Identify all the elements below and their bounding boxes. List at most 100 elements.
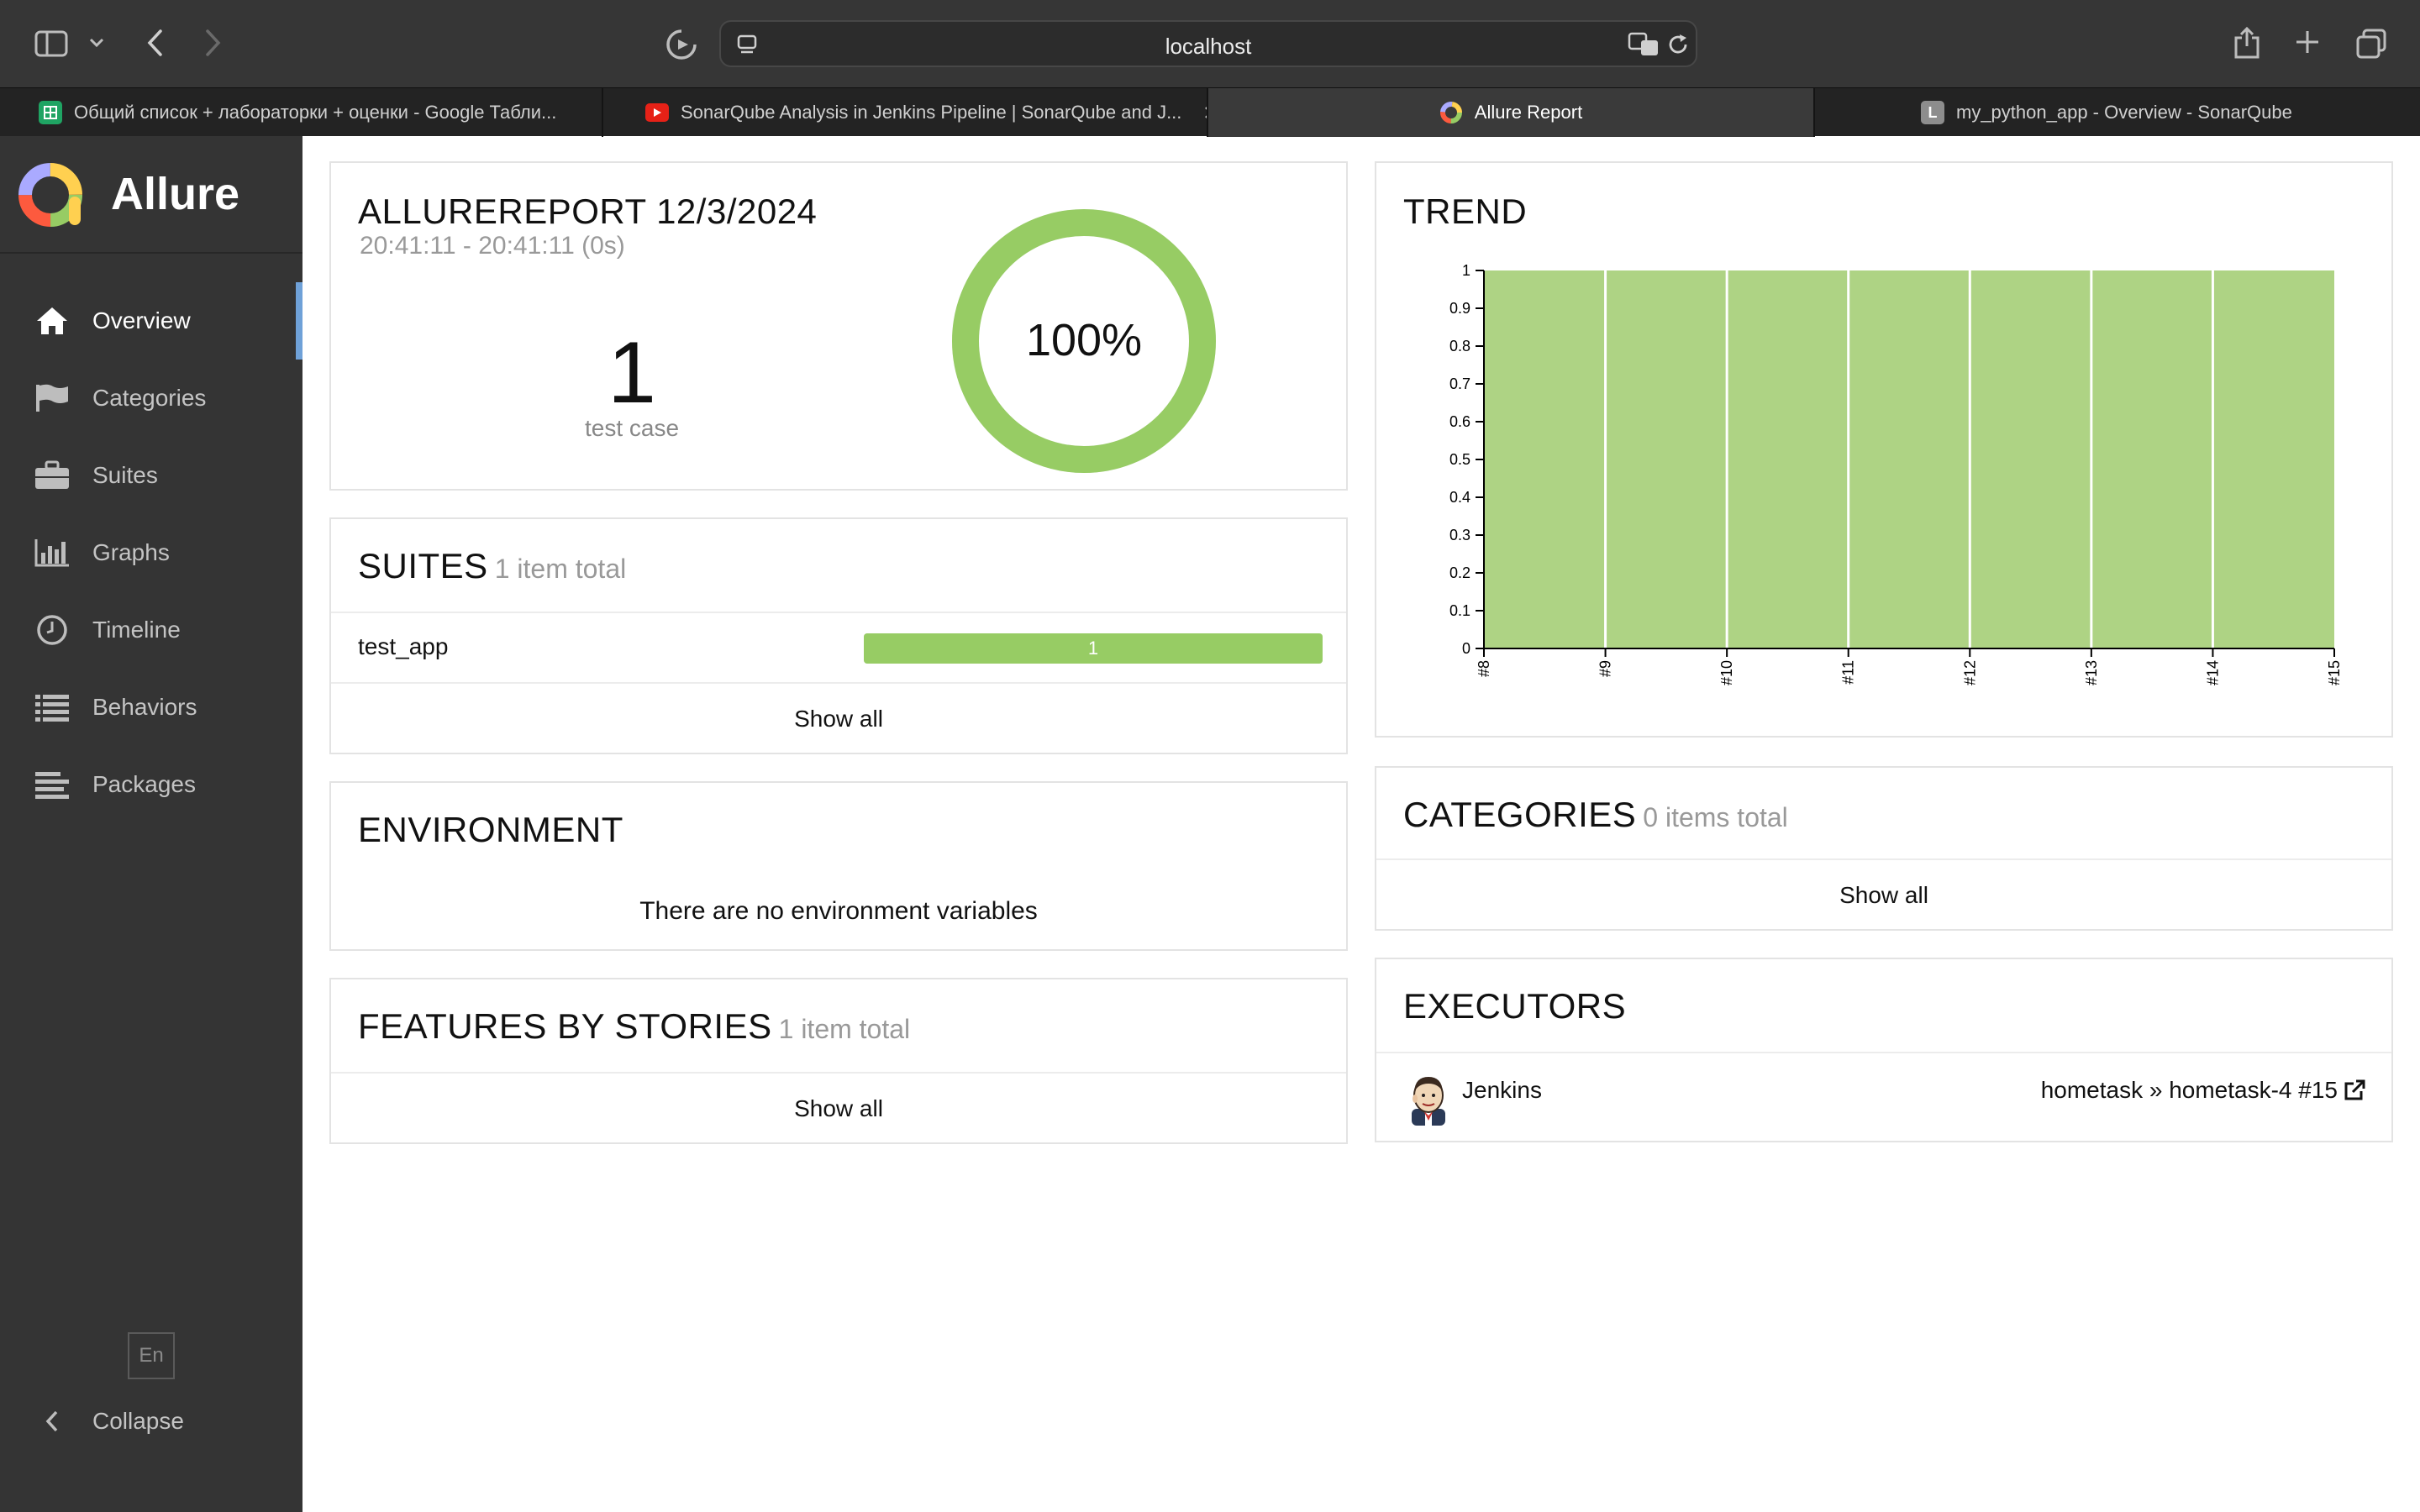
sidebar-item-packages[interactable]: Packages <box>0 746 302 823</box>
tab-label: Allure Report <box>1474 102 1583 123</box>
back-icon[interactable] <box>139 25 170 60</box>
sidebar-item-suites[interactable]: Suites <box>0 437 302 514</box>
reader-refresh-icon[interactable] <box>662 25 701 64</box>
forward-icon[interactable] <box>198 25 229 60</box>
sidebar-item-label: Behaviors <box>92 694 197 720</box>
environment-title: ENVIRONMENT <box>358 810 623 849</box>
y-tick-label: 0.6 <box>1449 413 1470 430</box>
external-link-icon <box>2343 1079 2366 1102</box>
suite-row[interactable]: test_app 1 <box>331 613 1346 682</box>
tab-youtube[interactable]: SonarQube Analysis in Jenkins Pipeline |… <box>603 88 1208 137</box>
passed-bar: 1 <box>864 633 1323 664</box>
suites-show-all-button[interactable]: Show all <box>331 706 1346 732</box>
sidebar-item-timeline[interactable]: Timeline <box>0 591 302 669</box>
tab-google-sheets[interactable]: Общий список + лабораторки + оценки - Go… <box>0 88 603 137</box>
sidebar-toggle-icon[interactable] <box>32 25 71 62</box>
y-tick-label: 0.8 <box>1449 338 1470 354</box>
y-tick-label: 0.7 <box>1449 375 1470 392</box>
executor-name: Jenkins <box>1462 1077 1542 1103</box>
tab-label: SonarQube Analysis in Jenkins Pipeline |… <box>681 102 1182 123</box>
bar-chart-icon <box>29 536 76 570</box>
y-tick-label: 0.3 <box>1449 527 1470 543</box>
brand-name: Allure <box>111 169 240 219</box>
sidebar-item-label: Packages <box>92 771 196 797</box>
new-tab-icon[interactable] <box>2291 25 2324 59</box>
features-widget: FEATURES BY STORIES 1 item total Show all <box>329 978 1348 1144</box>
collapse-button[interactable]: Collapse <box>0 1383 302 1460</box>
sidebar-item-label: Overview <box>92 307 191 333</box>
sidebar: Allure Overview Categories Suites Graphs… <box>0 136 302 1512</box>
tab-overview-icon[interactable] <box>2353 25 2390 62</box>
executor-build-link[interactable]: hometask » hometask-4 #15 <box>2041 1077 2366 1104</box>
sidebar-item-categories[interactable]: Categories <box>0 360 302 437</box>
report-time-range: 20:41:11 - 20:41:11 (0s) <box>360 232 625 260</box>
share-icon[interactable] <box>2228 22 2265 64</box>
x-tick-label: #8 <box>1476 660 1492 677</box>
sidebar-item-label: Graphs <box>92 539 170 565</box>
environment-widget: ENVIRONMENT There are no environment var… <box>329 781 1348 951</box>
y-tick-label: 0.5 <box>1449 451 1470 468</box>
tab-label: Общий список + лабораторки + оценки - Go… <box>74 102 557 123</box>
sidebar-item-graphs[interactable]: Graphs <box>0 514 302 591</box>
collapse-label: Collapse <box>92 1408 184 1434</box>
reload-icon[interactable] <box>1665 32 1691 57</box>
language-switcher[interactable]: En <box>128 1332 175 1379</box>
allure-icon <box>1439 101 1463 124</box>
test-count: 1 <box>608 324 656 422</box>
brand[interactable]: Allure <box>0 136 302 254</box>
sidebar-item-label: Timeline <box>92 617 181 643</box>
features-title: FEATURES BY STORIES 1 item total <box>358 1006 910 1047</box>
suites-heading: SUITES <box>358 546 488 585</box>
sidebar-item-behaviors[interactable]: Behaviors <box>0 669 302 746</box>
url-text[interactable]: localhost <box>721 34 1696 60</box>
y-tick-label: 0.1 <box>1449 602 1470 619</box>
list-icon <box>29 690 76 724</box>
features-show-all-button[interactable]: Show all <box>331 1095 1346 1122</box>
categories-title: CATEGORIES 0 items total <box>1403 795 1788 835</box>
translate-icon[interactable] <box>1627 30 1660 59</box>
letter-l-icon: L <box>1921 101 1944 124</box>
test-count-label: test case <box>584 415 680 441</box>
trend-chart: 0 0.1 0.2 0.3 0.4 0.5 0.6 0.7 0.8 0.9 1 #8 #9 #10 #11 #… <box>1449 262 2343 685</box>
categories-show-all-button[interactable]: Show all <box>1376 882 2391 909</box>
home-icon <box>29 304 76 338</box>
executor-row[interactable]: Jenkins hometask » hometask-4 #15 <box>1376 1053 2391 1141</box>
jenkins-avatar <box>1403 1072 1454 1126</box>
address-bar[interactable]: localhost <box>719 20 1697 67</box>
flag-icon <box>29 381 76 415</box>
suites-title: SUITES 1 item total <box>358 546 626 586</box>
categories-heading: CATEGORIES <box>1403 795 1637 834</box>
features-heading: FEATURES BY STORIES <box>358 1006 772 1046</box>
y-tick-label: 0.2 <box>1449 564 1470 581</box>
chevron-down-icon[interactable] <box>86 30 108 55</box>
x-tick-label: #14 <box>2204 660 2221 685</box>
divider <box>1376 858 2391 860</box>
sidebar-item-overview[interactable]: Overview <box>0 282 302 360</box>
tab-label: my_python_app - Overview - SonarQube <box>1956 102 2292 123</box>
environment-empty-text: There are no environment variables <box>639 897 1038 925</box>
divider <box>331 1072 1346 1074</box>
categories-count: 0 items total <box>1643 802 1788 832</box>
chevron-left-icon <box>29 1404 76 1438</box>
browser-toolbar: localhost <box>0 0 2420 87</box>
y-tick-label: 0.4 <box>1449 489 1470 506</box>
y-tick-label: 1 <box>1462 262 1470 279</box>
tab-allure-report[interactable]: Allure Report <box>1208 88 1815 137</box>
trend-widget: TREND 0 0.1 0.2 0.3 0.4 0.5 0.6 0.7 0.8 0.9 1 #8 #9 #… <box>1375 161 2393 738</box>
suite-name: test_app <box>358 633 449 659</box>
x-tick-label: #15 <box>2326 660 2343 685</box>
sheets-icon <box>39 101 62 124</box>
divider <box>331 682 1346 684</box>
clock-icon <box>29 613 76 647</box>
allure-logo-icon <box>15 160 86 230</box>
features-count: 1 item total <box>778 1014 911 1044</box>
x-tick-label: #11 <box>1840 660 1857 685</box>
x-tick-label: #13 <box>2083 660 2100 685</box>
tab-sonarqube[interactable]: L my_python_app - Overview - SonarQube <box>1815 88 2420 137</box>
y-tick-label: 0.9 <box>1449 300 1470 317</box>
executors-widget: EXECUTORS Jenkins hometask » hometask-4 … <box>1375 958 2393 1142</box>
summary-widget: ALLUREREPORT 12/3/2024 20:41:11 - 20:41:… <box>329 161 1348 491</box>
x-tick-label: #10 <box>1718 660 1735 685</box>
briefcase-icon <box>29 459 76 492</box>
categories-widget: CATEGORIES 0 items total Show all <box>1375 766 2393 931</box>
